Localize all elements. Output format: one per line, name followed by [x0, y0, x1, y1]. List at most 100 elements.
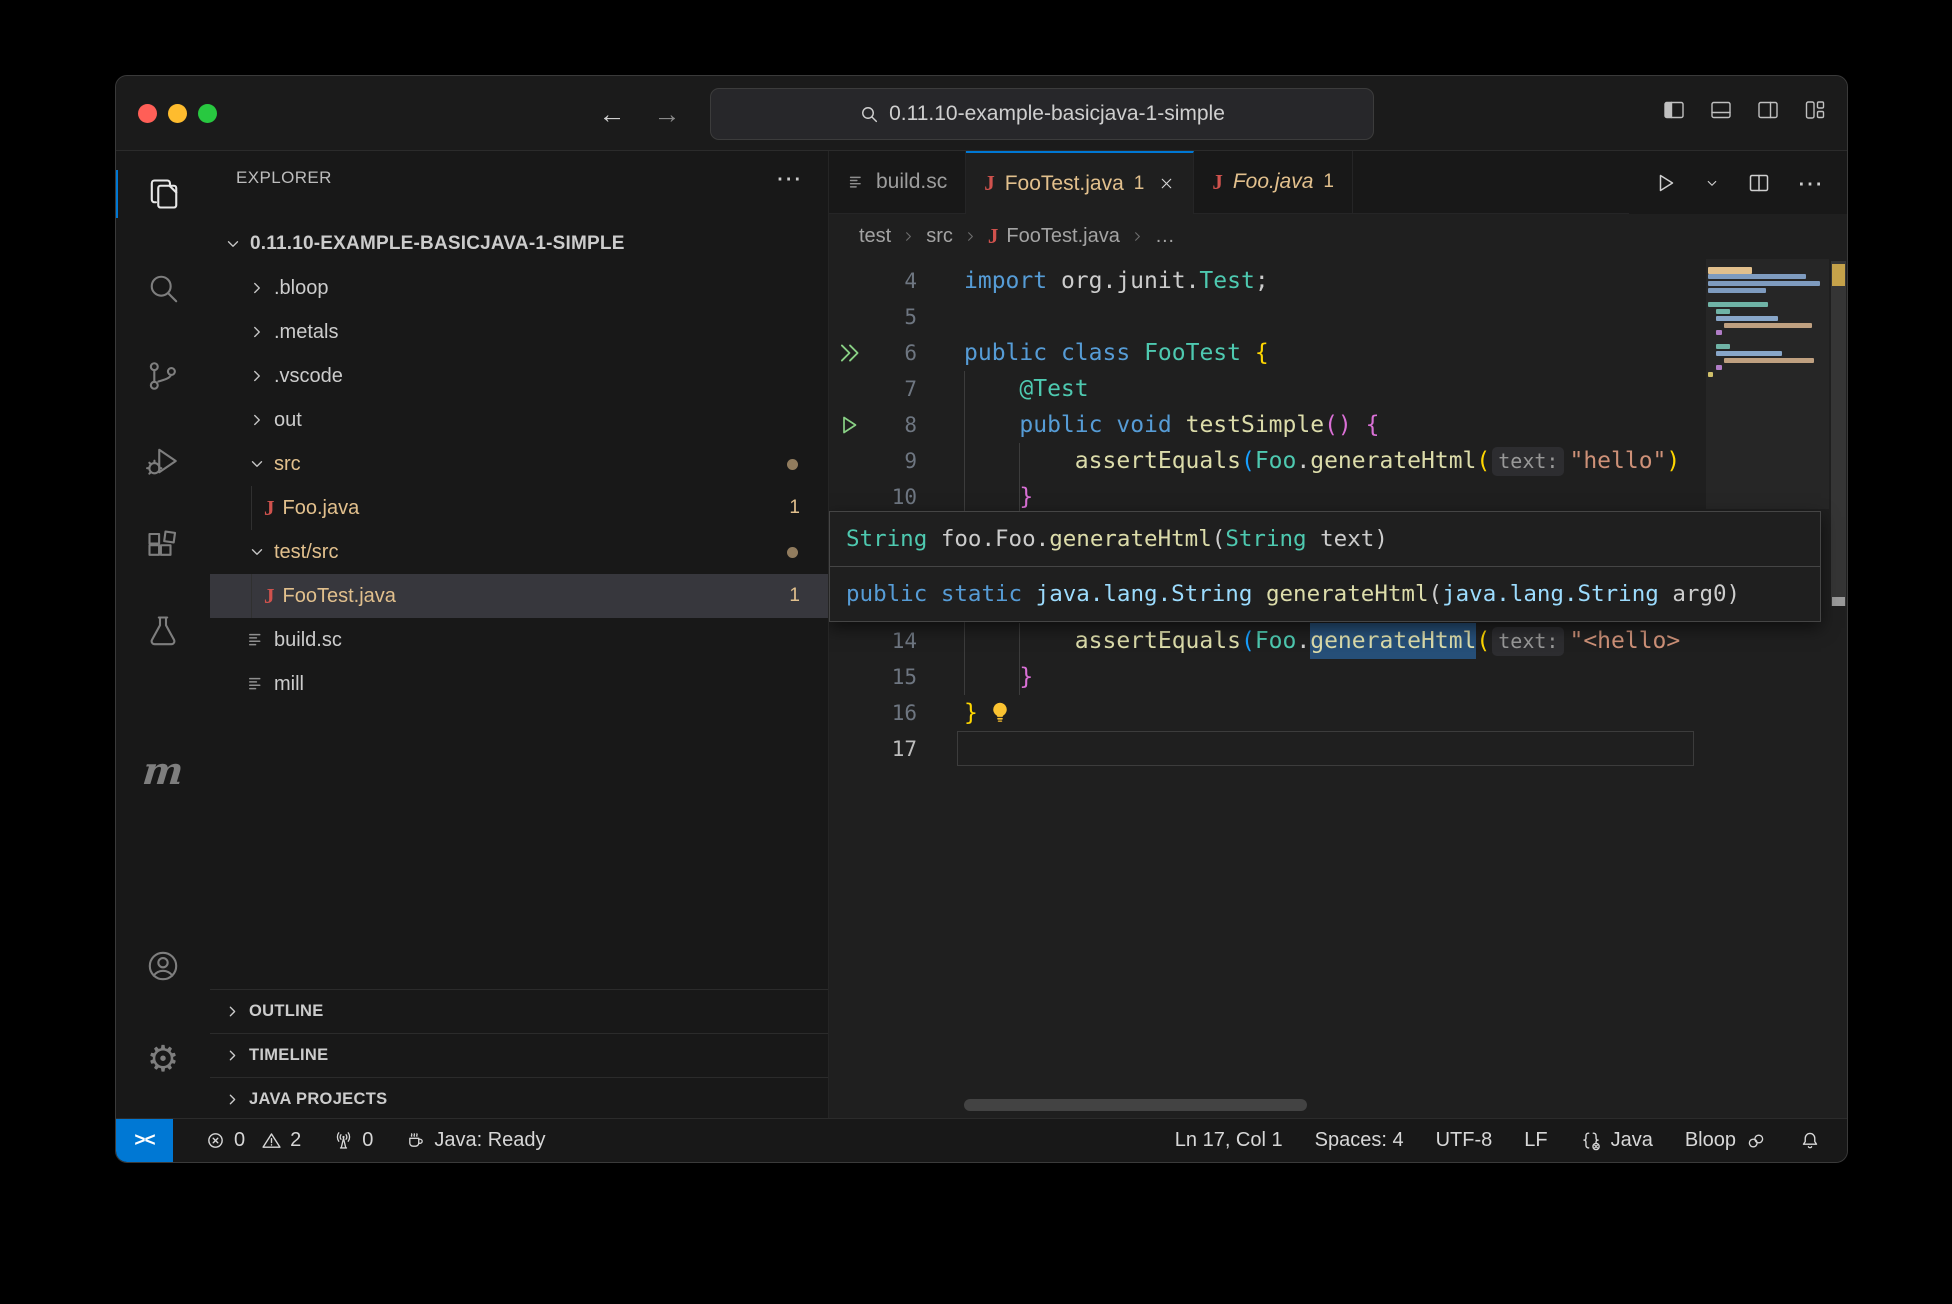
java-file-icon: J — [264, 496, 275, 521]
code-line-6[interactable]: 6public class FooTest { — [829, 335, 1847, 371]
toggle-secondary-sidebar-button[interactable] — [1756, 98, 1780, 122]
tree-item-label: build.sc — [274, 629, 342, 652]
sidebar-section-java-projects[interactable]: JAVA PROJECTS — [210, 1077, 828, 1121]
code-token: String — [1225, 526, 1306, 552]
sidebar-section-outline[interactable]: OUTLINE — [210, 989, 828, 1033]
code-line-5[interactable]: 5 — [829, 299, 1847, 335]
run-dropdown-button[interactable] — [1703, 174, 1721, 192]
tree-item--bloop[interactable]: .bloop — [210, 266, 828, 310]
customize-layout-button[interactable] — [1803, 98, 1827, 122]
status-cursor-position[interactable]: Ln 17, Col 1 — [1175, 1129, 1283, 1152]
split-editor-button[interactable] — [1747, 171, 1771, 195]
status-error-count: 0 — [234, 1129, 245, 1152]
remote-indicator[interactable]: >< — [116, 1119, 173, 1162]
tooltip-row: String foo.Foo.generateHtml(String text) — [830, 512, 1820, 566]
status-bloop-status[interactable]: Bloop — [1685, 1129, 1767, 1152]
status-java-status[interactable]: Java: Ready — [405, 1129, 545, 1152]
run-test-icon[interactable] — [829, 340, 869, 366]
breadcrumb-item[interactable]: … — [1155, 225, 1175, 248]
toggle-panel-button[interactable] — [1709, 98, 1733, 122]
activity-item-extensions[interactable] — [116, 522, 210, 570]
code-token: public — [1019, 407, 1102, 443]
status-ports[interactable]: 0 — [333, 1129, 373, 1152]
status-language-mode[interactable]: Java — [1580, 1129, 1653, 1152]
breadcrumb-item[interactable]: src — [926, 225, 953, 248]
maximize-window-button[interactable] — [198, 104, 217, 123]
tree-item-build-sc[interactable]: build.sc — [210, 618, 828, 662]
tab-modified-badge: 1 — [1134, 173, 1145, 195]
code-line-8[interactable]: 8 public void testSimple() { — [829, 407, 1847, 443]
status-notifications[interactable] — [1799, 1130, 1821, 1152]
activity-item-testing[interactable] — [116, 607, 210, 655]
explorer-icon — [147, 176, 183, 212]
lightbulb-icon[interactable] — [986, 699, 1014, 727]
code-line-14[interactable]: 14 assertEquals(Foo.generateHtml(text:"<… — [829, 623, 1847, 659]
search-icon — [859, 104, 879, 124]
scrollbar-vertical[interactable] — [1829, 259, 1847, 1118]
tree-root-folder[interactable]: 0.11.10-EXAMPLE-BASICJAVA-1-SIMPLE — [210, 222, 828, 266]
close-window-button[interactable] — [138, 104, 157, 123]
code-text: @Test — [964, 371, 1089, 407]
activity-item-settings[interactable]: ⚙ — [116, 1035, 210, 1083]
status-encoding[interactable]: UTF-8 — [1436, 1129, 1493, 1152]
code-line-17[interactable]: 17 — [829, 731, 1847, 767]
breadcrumb-item[interactable]: JFooTest.java — [988, 224, 1120, 249]
line-number: 14 — [869, 629, 917, 653]
activity-item-search[interactable] — [116, 264, 210, 312]
code-token: ( — [1241, 623, 1255, 659]
scrollbar-thumb[interactable] — [1831, 261, 1846, 606]
minimap-line — [1708, 281, 1820, 286]
tree-item-out[interactable]: out — [210, 398, 828, 442]
code-line-10[interactable]: 10 } — [829, 479, 1847, 515]
tab-footest-java[interactable]: JFooTest.java1 — [966, 151, 1194, 214]
activity-item-run-debug[interactable] — [116, 437, 210, 485]
run-button[interactable] — [1653, 171, 1677, 195]
breadcrumb-item[interactable]: test — [859, 225, 891, 248]
code-line-4[interactable]: 4import org.junit.Test; — [829, 263, 1847, 299]
status-label: Java — [1611, 1129, 1653, 1152]
more-actions-icon[interactable]: ⋯ — [776, 168, 802, 188]
tree-item-mill[interactable]: mill — [210, 662, 828, 706]
activity-item-accounts[interactable] — [116, 942, 210, 990]
status-problems[interactable]: 02 — [205, 1129, 301, 1152]
activity-item-metals[interactable]: m — [116, 747, 210, 795]
status-label: 0 — [362, 1129, 373, 1152]
toggle-sidebar-button[interactable] — [1662, 98, 1686, 122]
minimap-slider[interactable] — [1706, 259, 1829, 509]
scrollbar-horizontal-thumb[interactable] — [964, 1099, 1307, 1111]
back-button[interactable]: ← — [594, 96, 630, 132]
code-editor[interactable]: 4import org.junit.Test;56public class Fo… — [829, 259, 1847, 1118]
sidebar-section-timeline[interactable]: TIMELINE — [210, 1033, 828, 1077]
tree-item-label: out — [274, 409, 302, 432]
tree-item--vscode[interactable]: .vscode — [210, 354, 828, 398]
tab-build-sc[interactable]: build.sc — [829, 151, 966, 213]
minimize-window-button[interactable] — [168, 104, 187, 123]
more-actions-icon[interactable]: ⋯ — [1797, 173, 1823, 193]
code-line-9[interactable]: 9 assertEquals(Foo.generateHtml(text:"he… — [829, 443, 1847, 479]
source-control-icon — [145, 358, 181, 394]
run-test-icon[interactable] — [829, 413, 869, 437]
activity-item-source-control[interactable] — [116, 352, 210, 400]
code-token: ) — [1666, 443, 1680, 479]
minimap-line — [1716, 330, 1722, 335]
status-eol[interactable]: LF — [1524, 1129, 1547, 1152]
tree-item-foo-java[interactable]: JFoo.java1 — [210, 486, 828, 530]
command-center-label: 0.11.10-example-basicjava-1-simple — [889, 102, 1225, 126]
activity-item-explorer[interactable] — [116, 170, 212, 218]
tree-item-src[interactable]: src — [210, 442, 828, 486]
tree-item-footest-java[interactable]: JFooTest.java1 — [210, 574, 828, 618]
status-indentation[interactable]: Spaces: 4 — [1315, 1129, 1404, 1152]
command-center[interactable]: 0.11.10-example-basicjava-1-simple — [710, 88, 1374, 140]
code-token: ( — [1476, 443, 1490, 479]
forward-button[interactable]: → — [649, 96, 685, 132]
code-line-15[interactable]: 15 } — [829, 659, 1847, 695]
code-token: generateHtml — [1310, 443, 1476, 479]
close-icon[interactable] — [1158, 175, 1175, 192]
line-number: 7 — [869, 377, 917, 401]
code-line-7[interactable]: 7 @Test — [829, 371, 1847, 407]
minimap[interactable] — [1706, 259, 1829, 1118]
tree-item--metals[interactable]: .metals — [210, 310, 828, 354]
tab-foo-java[interactable]: JFoo.java1 — [1194, 151, 1353, 213]
code-line-16[interactable]: 16} — [829, 695, 1847, 731]
tree-item-test-src[interactable]: test/src — [210, 530, 828, 574]
